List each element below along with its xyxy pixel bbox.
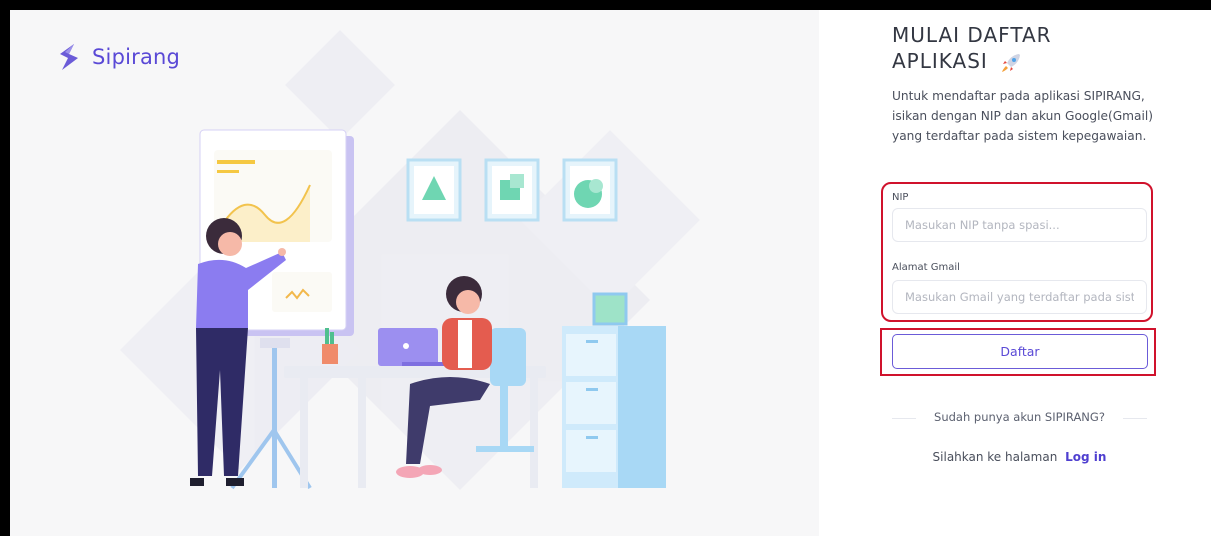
- page-title: MULAI DAFTAR APLIKASI: [892, 22, 1152, 75]
- nip-label: NIP: [892, 192, 909, 203]
- screenshot-border-left: [0, 0, 10, 536]
- wall-frames: [406, 158, 618, 222]
- page-title-text: MULAI DAFTAR APLIKASI: [892, 23, 1052, 73]
- nip-input[interactable]: [892, 208, 1147, 242]
- brand-name: Sipirang: [92, 45, 181, 69]
- office-illustration: [120, 30, 700, 490]
- screenshot-border-top: [0, 0, 1211, 10]
- daftar-button[interactable]: Daftar: [892, 334, 1148, 369]
- login-prompt: Silahkan ke halaman Log in: [892, 450, 1147, 464]
- login-link[interactable]: Log in: [1065, 450, 1106, 464]
- hero-panel: Sipirang: [10, 10, 819, 536]
- rocket-icon: [1002, 53, 1021, 72]
- login-divider: Sudah punya akun SIPIRANG?: [892, 410, 1147, 426]
- register-description: Untuk mendaftar pada aplikasi SIPIRANG, …: [892, 89, 1154, 143]
- login-prefix: Silahkan ke halaman: [932, 450, 1058, 464]
- sipirang-logo-icon: [60, 44, 78, 70]
- account-question: Sudah punya akun SIPIRANG?: [934, 410, 1105, 424]
- brand: Sipirang: [54, 42, 180, 72]
- gmail-input[interactable]: [892, 280, 1147, 314]
- gmail-label: Alamat Gmail: [892, 262, 960, 273]
- register-panel: MULAI DAFTAR APLIKASI Untuk mendaftar pa…: [819, 10, 1211, 536]
